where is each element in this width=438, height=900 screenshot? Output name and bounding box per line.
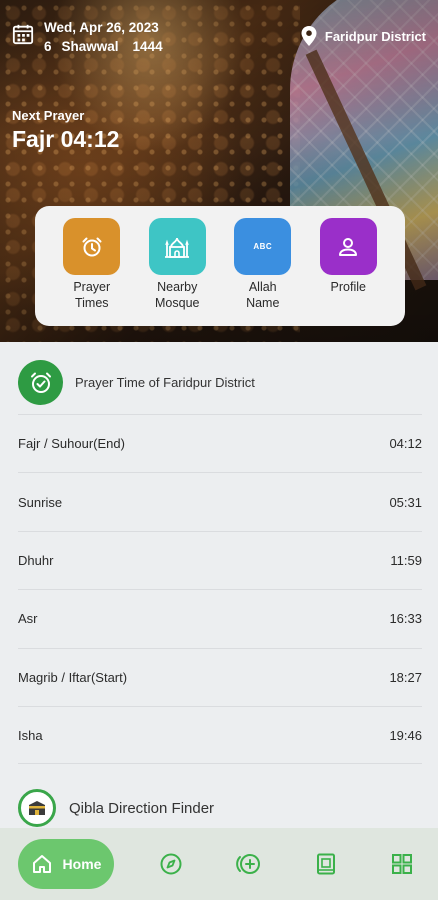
prayer-times-button[interactable]: Prayer Times — [55, 218, 129, 326]
alarm-clock-icon — [82, 237, 102, 256]
prayer-time: 16:33 — [389, 611, 422, 627]
allah-name-label: Allah Name — [246, 279, 279, 311]
nearby-mosque-text: Nearby Mosque — [155, 280, 200, 310]
prayer-time: 05:31 — [389, 494, 422, 510]
prayer-row-dhuhr[interactable]: Dhuhr 11:59 — [18, 530, 422, 589]
gregorian-date: Wed, Apr 26, 2023 — [44, 20, 159, 35]
hijri-year: 1444 — [132, 39, 163, 54]
abc-icon: ABC — [253, 242, 273, 251]
prayer-name: Dhuhr — [18, 552, 54, 568]
allah-name-tile: ABC — [234, 218, 292, 275]
prayer-time: 04:12 — [389, 436, 422, 452]
nearby-mosque-tile — [148, 218, 206, 275]
location-selector[interactable]: Faridpur District — [301, 26, 426, 46]
bottom-navigation: Home — [0, 828, 438, 900]
grid-menu-icon[interactable] — [390, 852, 414, 876]
tasbih-counter-icon[interactable] — [234, 852, 262, 876]
nav-home-label: Home — [62, 856, 102, 872]
prayer-time: 19:46 — [389, 727, 422, 743]
qibla-icon-badge — [18, 789, 56, 827]
profile-text: Profile — [330, 280, 366, 294]
prayer-section-icon-badge — [18, 360, 63, 405]
prayer-name: Asr — [18, 611, 38, 627]
qibla-finder-entry[interactable]: Qibla Direction Finder — [18, 789, 214, 827]
nearby-mosque-button[interactable]: Nearby Mosque — [140, 218, 214, 326]
mosque-icon — [165, 237, 190, 258]
hijri-day: 6 — [44, 39, 52, 54]
prayer-section-header: Prayer Time of Faridpur District — [18, 360, 422, 405]
next-prayer-time: Fajr 04:12 — [12, 126, 120, 152]
hijri-date: 6 Shawwal 1444 — [44, 37, 163, 56]
next-prayer-label: Next Prayer — [12, 108, 85, 123]
prayer-times-text: Prayer Times — [73, 280, 111, 310]
prayer-times-tile — [63, 218, 121, 275]
prayer-row-asr[interactable]: Asr 16:33 — [18, 589, 422, 647]
hijri-month: Shawwal — [61, 39, 119, 54]
profile-label: Profile — [331, 279, 366, 295]
prayer-name: Sunrise — [18, 494, 63, 510]
date-block: Wed, Apr 26, 2023 6 Shawwal 1444 — [12, 18, 163, 56]
location-pin-icon — [301, 26, 317, 46]
prayer-time: 11:59 — [390, 552, 422, 568]
allah-name-text: Allah Name — [246, 280, 280, 310]
prayer-name: Fajr / Suhour(End) — [18, 436, 125, 452]
nav-home-button[interactable]: Home — [18, 839, 114, 889]
quran-book-icon[interactable] — [314, 852, 338, 876]
prayer-row-fajr[interactable]: Fajr / Suhour(End) 04:12 — [18, 414, 422, 472]
prayer-row-sunrise[interactable]: Sunrise 05:31 — [18, 472, 422, 530]
profile-button[interactable]: Profile — [311, 218, 385, 326]
prayer-times-label: Prayer Times — [73, 279, 110, 311]
compass-icon[interactable] — [159, 852, 183, 876]
quick-actions-card: Prayer Times Nearby Mosque ABC Allah Nam… — [35, 206, 405, 326]
location-label: Faridpur District — [324, 28, 426, 44]
prayer-time: 18:27 — [389, 669, 422, 685]
prayer-name: Magrib / Iftar(Start) — [18, 669, 128, 685]
kaaba-icon — [29, 801, 45, 815]
alarm-check-icon — [30, 372, 51, 393]
prayer-section-title: Prayer Time of Faridpur District — [75, 375, 255, 390]
prayer-time-list: Fajr / Suhour(End) 04:12 Sunrise 05:31 D… — [18, 414, 422, 765]
person-icon — [339, 237, 358, 256]
prayer-name: Isha — [18, 727, 43, 743]
calendar-icon — [12, 24, 34, 45]
prayer-row-magrib[interactable]: Magrib / Iftar(Start) 18:27 — [18, 647, 422, 706]
allah-name-button[interactable]: ABC Allah Name — [226, 218, 300, 326]
nearby-mosque-label: Nearby Mosque — [155, 279, 199, 311]
qibla-title: Qibla Direction Finder — [69, 799, 215, 817]
prayer-row-isha[interactable]: Isha 19:46 — [18, 705, 422, 765]
profile-tile — [319, 218, 377, 275]
home-icon — [32, 855, 51, 873]
